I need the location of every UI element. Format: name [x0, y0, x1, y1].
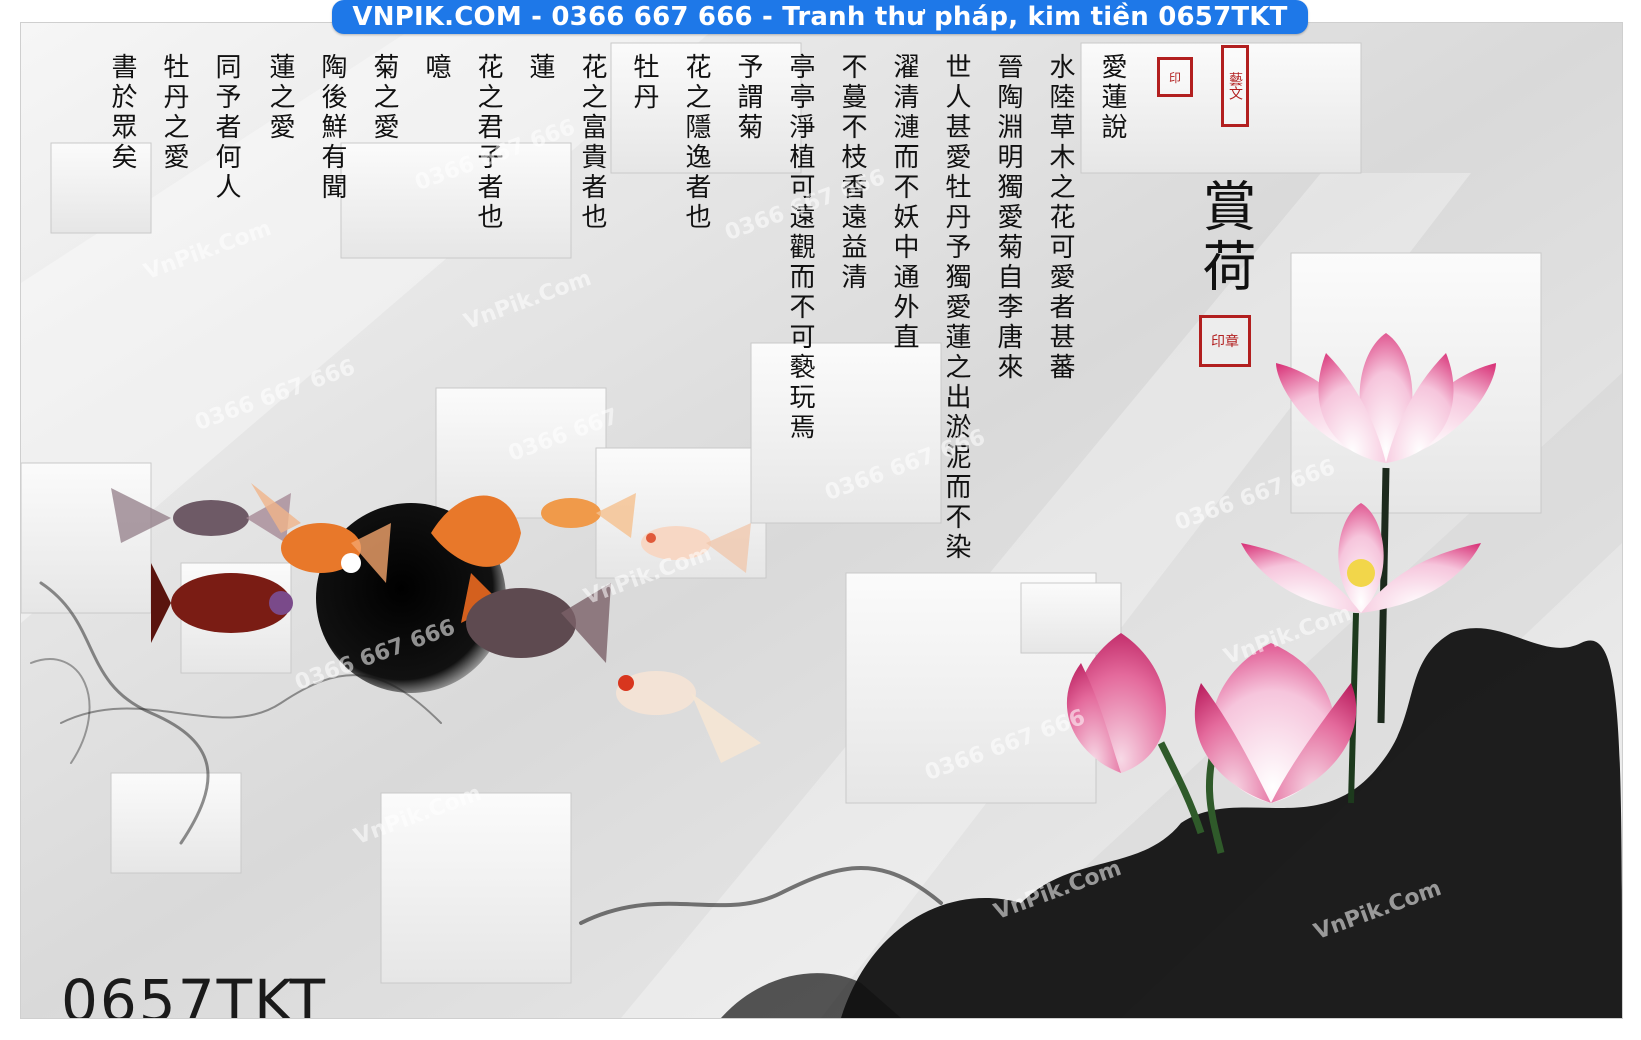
artwork-background	[21, 23, 1622, 1018]
title-banner: VNPIK.COM - 0366 667 666 - Tranh thư phá…	[332, 0, 1308, 34]
image-frame: 書於眾矣 牡丹之愛 同予者何人 蓮之愛 陶後鮮有聞 菊之愛 噫 花之君子者也 蓮…	[0, 0, 1641, 1040]
artwork-canvas: 書於眾矣 牡丹之愛 同予者何人 蓮之愛 陶後鮮有聞 菊之愛 噫 花之君子者也 蓮…	[20, 22, 1623, 1019]
product-code: 0657TKT	[61, 967, 327, 1019]
